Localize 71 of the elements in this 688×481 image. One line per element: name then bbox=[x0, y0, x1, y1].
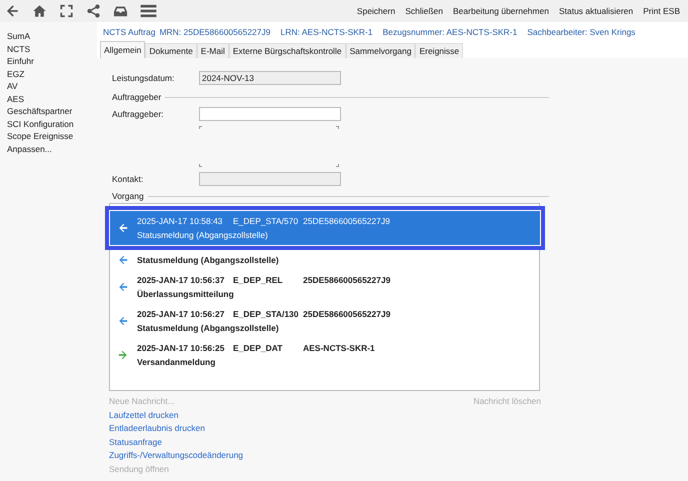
message-description: Statusmeldung (Abgangszollstelle) bbox=[137, 254, 279, 267]
tab[interactable]: E-Mail bbox=[196, 43, 229, 58]
message-code: E_DEP_STA/570 bbox=[233, 215, 300, 228]
message-code: E_DEP_REL bbox=[233, 274, 284, 287]
message-row[interactable]: 2025-JAN-17 10:56:37 E_DEP_REL 25DE586600565227J9 Überlassungsmitteilung bbox=[110, 270, 539, 304]
sidebar-item[interactable]: Scope Ereignisse bbox=[7, 130, 97, 142]
message-time: 2025-JAN-17 10:56:27 bbox=[137, 308, 226, 321]
message-code: E_DEP_STA/130 bbox=[233, 308, 300, 321]
right-arrow-icon bbox=[118, 350, 128, 360]
message-description: Statusmeldung (Abgangszollstelle) bbox=[137, 322, 280, 335]
sidebar-item[interactable]: Anpassen... bbox=[7, 142, 97, 155]
header-info: Sachbearbeiter: Sven Krings bbox=[527, 26, 636, 36]
tab[interactable]: Sammelvorgang bbox=[346, 43, 416, 58]
message-row[interactable]: 2025-JAN-17 10:58:43 E_DEP_STA/570 25DE586600565227J9 Statusmeldung (Abgangszollstelle) bbox=[105, 206, 545, 250]
toolbar-button[interactable]: Status aktualisieren bbox=[558, 6, 634, 16]
left-arrow-icon bbox=[118, 282, 128, 292]
header-info: LRN: AES-NCTS-SKR-1 bbox=[280, 26, 373, 36]
message-time: 2025-JAN-17 10:58:43 bbox=[137, 215, 224, 228]
message-row[interactable]: Statusmeldung (Abgangszollstelle) bbox=[110, 250, 539, 270]
field-label: Auftraggeber: bbox=[112, 109, 165, 119]
message-time: 2025-JAN-17 10:56:37 bbox=[137, 274, 226, 287]
header-info: NCTS Auftrag bbox=[103, 26, 156, 36]
sidebar-item[interactable]: AV bbox=[7, 80, 97, 92]
message-time: 2025-JAN-17 10:56:25 bbox=[137, 342, 226, 355]
message-description: Statusmeldung (Abgangszollstelle) bbox=[137, 229, 269, 242]
menu-icon[interactable] bbox=[140, 4, 157, 18]
message-description: Überlassungsmitteilung bbox=[137, 288, 235, 301]
client-field[interactable] bbox=[199, 107, 341, 121]
message-reference: 25DE586600565227J9 bbox=[303, 308, 390, 321]
sidebar-item[interactable]: Geschäftspartner bbox=[7, 105, 97, 118]
field-label: Leistungsdatum: bbox=[112, 73, 176, 83]
action-link[interactable]: Zugriffs-/Verwaltungscodeänderung bbox=[109, 449, 244, 462]
action-link[interactable]: Laufzettel drucken bbox=[109, 408, 178, 422]
sidebar-item[interactable]: EGZ bbox=[7, 68, 97, 80]
toolbar-button[interactable]: Print ESB bbox=[643, 6, 680, 16]
left-arrow-icon bbox=[118, 255, 128, 265]
message-row[interactable]: 2025-JAN-17 10:56:25 E_DEP_DAT AES-NCTS-SKR-1 Versandanmeldung bbox=[110, 338, 539, 372]
message-reference: 25DE586600565227J9 bbox=[303, 215, 390, 228]
action-link[interactable]: Entladeerlaubnis drucken bbox=[109, 422, 205, 436]
contact-field[interactable] bbox=[199, 172, 341, 186]
message-reference: 25DE586600565227J9 bbox=[303, 274, 390, 287]
header-info: Bezugsnummer: AES-NCTS-SKR-1 bbox=[382, 26, 518, 36]
tab[interactable]: Externe Bürgschaftskontrolle bbox=[228, 43, 346, 58]
home-icon[interactable] bbox=[32, 4, 47, 18]
toolbar-button[interactable]: Bearbeitung übernehmen bbox=[453, 6, 549, 16]
toolbar-button[interactable]: Speichern bbox=[356, 6, 396, 16]
date-field[interactable]: 2024-NOV-13 bbox=[199, 71, 341, 85]
group-title: Auftraggeber bbox=[112, 92, 162, 102]
toolbar-button[interactable]: Schließen bbox=[405, 6, 444, 16]
sidebar-item[interactable]: SumA bbox=[7, 30, 97, 42]
back-arrow-icon[interactable] bbox=[5, 4, 20, 18]
message-reference: AES-NCTS-SKR-1 bbox=[303, 342, 375, 355]
tab[interactable]: Allgemein bbox=[100, 41, 146, 58]
action-link[interactable]: Statusanfrage bbox=[109, 436, 162, 449]
header-info: MRN: 25DE586600565227J9 bbox=[159, 26, 270, 36]
sidebar-item[interactable]: Einfuhr bbox=[7, 55, 97, 68]
sidebar-item[interactable]: AES bbox=[7, 92, 97, 105]
sidebar-item[interactable]: NCTS bbox=[7, 42, 97, 55]
fullscreen-icon[interactable] bbox=[59, 4, 74, 18]
message-row[interactable]: 2025-JAN-17 10:56:27 E_DEP_STA/130 25DE586600565227J9 Statusmeldung (Abgangszollstelle) bbox=[110, 304, 539, 338]
inbox-icon[interactable] bbox=[113, 4, 128, 18]
message-code: E_DEP_DAT bbox=[233, 342, 284, 355]
share-icon[interactable] bbox=[86, 4, 101, 18]
sidebar-item[interactable]: SCI Konfiguration bbox=[7, 118, 97, 130]
tab[interactable]: Ereignisse bbox=[415, 43, 464, 58]
left-arrow-icon bbox=[118, 223, 128, 233]
left-arrow-icon bbox=[118, 316, 128, 326]
field-label: Kontakt: bbox=[112, 174, 144, 184]
tab[interactable]: Dokumente bbox=[145, 43, 197, 58]
message-description: Versandanmeldung bbox=[137, 356, 216, 369]
group-title: Vorgang bbox=[112, 191, 144, 201]
